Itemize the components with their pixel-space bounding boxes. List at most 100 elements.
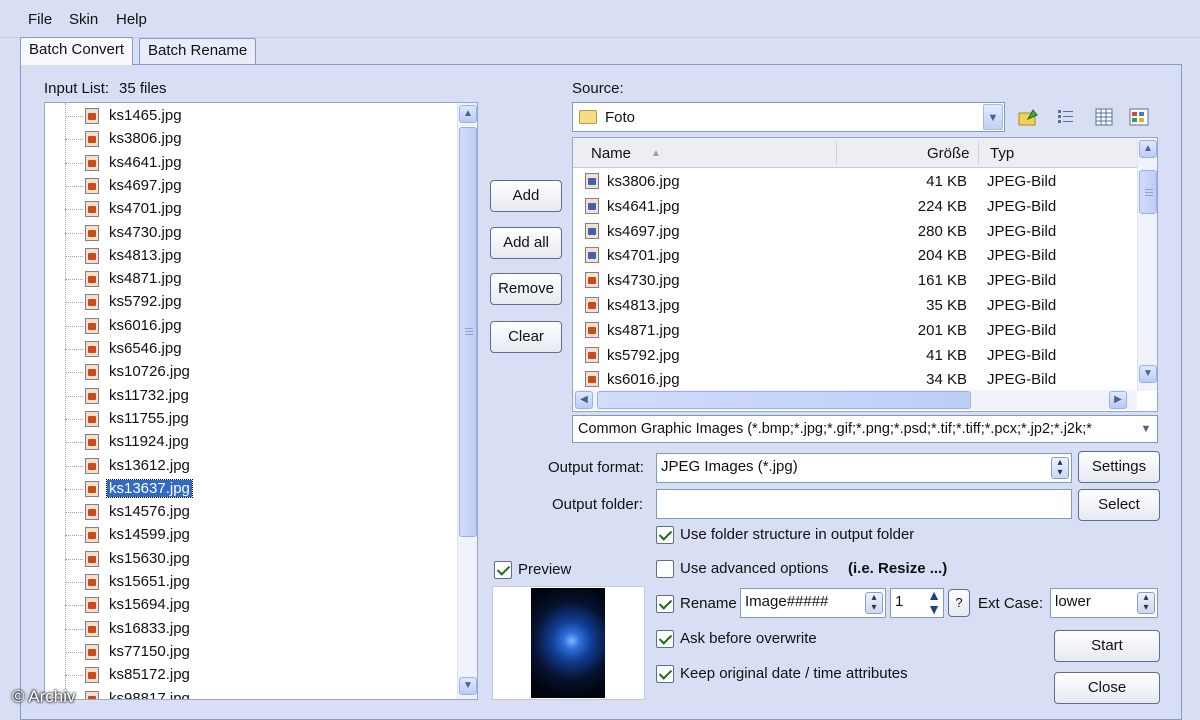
table-row[interactable]: ks3806.jpg 41 KB JPEG-Bild [573,169,1137,194]
chevron-down-icon[interactable]: ▼ [1136,417,1156,441]
list-item[interactable]: ks15694.jpg [65,594,455,617]
chevron-down-icon[interactable]: ▼ [983,104,1003,130]
menu-file[interactable]: File [28,11,52,28]
folder-up-icon[interactable] [1017,106,1039,128]
scroll-right-button[interactable]: ▶ [1109,391,1127,409]
output-format-value: JPEG Images (*.jpg) [661,458,798,475]
list-item[interactable]: ks14599.jpg [65,524,455,547]
list-item[interactable]: ks10726.jpg [65,361,455,384]
list-item[interactable]: ks4813.jpg [65,245,455,268]
list-item[interactable]: ks4730.jpg [65,222,455,245]
start-button[interactable]: Start [1054,630,1160,662]
source-file-table[interactable]: Name ▲ Größe Typ ks3806.jpg 41 KB JPEG-Bil… [572,137,1158,412]
folder-structure-checkbox[interactable] [656,526,674,544]
tree-connector [65,139,83,141]
list-item[interactable]: ks3806.jpg [65,128,455,151]
close-button[interactable]: Close [1054,672,1160,704]
table-row[interactable]: ks4701.jpg 204 KB JPEG-Bild [573,243,1137,268]
list-item[interactable]: ks13637.jpg [65,478,455,501]
scroll-up-button[interactable]: ▲ [459,105,477,123]
select-arrows-icon[interactable]: ▴ ▾ [865,592,883,614]
clear-button[interactable]: Clear [490,321,562,353]
rename-start-stepper[interactable]: ▲ ▼ [924,588,944,618]
ask-overwrite-checkbox[interactable] [656,630,674,648]
preview-checkbox[interactable] [494,561,512,579]
file-name: ks11732.jpg [109,386,189,404]
list-item[interactable]: ks11732.jpg [65,385,455,408]
file-type-cell: JPEG-Bild [987,222,1057,240]
table-row[interactable]: ks4871.jpg 201 KB JPEG-Bild [573,318,1137,343]
help-button[interactable]: ? [948,589,970,617]
table-row[interactable]: ks6016.jpg 34 KB JPEG-Bild [573,367,1137,392]
scroll-up-button[interactable]: ▲ [1139,140,1157,158]
file-type-cell: JPEG-Bild [987,371,1057,389]
add-all-button[interactable]: Add all [490,227,562,259]
file-table-hscrollbar[interactable]: ◀ ▶ [573,390,1137,410]
column-name[interactable]: Name [591,145,631,162]
rename-checkbox[interactable] [656,595,674,613]
source-folder-combo[interactable]: Foto ▼ [572,102,1005,132]
scroll-down-button[interactable]: ▼ [459,677,477,695]
menu-help[interactable]: Help [116,11,147,28]
scroll-thumb[interactable] [1139,170,1157,214]
list-item[interactable]: ks4697.jpg [65,175,455,198]
list-item[interactable]: ks85172.jpg [65,664,455,687]
menu-skin[interactable]: Skin [69,11,98,28]
file-name-cell: ks4871.jpg [607,321,680,339]
list-item[interactable]: ks15630.jpg [65,548,455,571]
keep-date-checkbox[interactable] [656,665,674,683]
table-row[interactable]: ks4697.jpg 280 KB JPEG-Bild [573,219,1137,244]
tab-batch-rename[interactable]: Batch Rename [139,38,257,64]
file-name: ks85172.jpg [109,666,190,684]
list-item[interactable]: ks77150.jpg [65,641,455,664]
file-name: ks15651.jpg [109,573,190,590]
list-item[interactable]: ks6016.jpg [65,315,455,338]
list-item[interactable]: ks16833.jpg [65,618,455,641]
select-arrows-icon[interactable]: ▴ ▾ [1137,592,1155,614]
list-item[interactable]: ks15651.jpg [65,571,455,594]
scroll-thumb[interactable] [459,127,477,537]
list-item[interactable]: ks6546.jpg [65,338,455,361]
output-folder-input[interactable] [656,489,1072,519]
file-table-vscrollbar[interactable]: ▲ ▼ [1137,138,1157,391]
file-size-cell: 224 KB [917,197,967,215]
list-item[interactable]: ks11924.jpg [65,431,455,454]
table-row[interactable]: ks5792.jpg 41 KB JPEG-Bild [573,343,1137,368]
tab-batch-convert[interactable]: Batch Convert [20,37,134,65]
table-row[interactable]: ks4641.jpg 224 KB JPEG-Bild [573,194,1137,219]
scroll-down-button[interactable]: ▼ [1139,365,1157,383]
input-list-scrollbar[interactable]: ▲ ▼ [457,103,477,699]
file-name: ks15694.jpg [109,596,190,614]
list-item[interactable]: ks5792.jpg [65,291,455,314]
list-item[interactable]: ks1465.jpg [65,105,455,128]
list-item[interactable]: ks14576.jpg [65,501,455,524]
file-filter-combo[interactable]: Common Graphic Images (*.bmp;*.jpg;*.gif… [572,415,1158,443]
select-arrows-icon[interactable]: ▴ ▾ [1051,457,1069,479]
tree-connector [65,116,83,117]
thumbnail-view-icon[interactable] [1128,106,1150,128]
scroll-left-button[interactable]: ◀ [575,391,593,409]
output-format-select[interactable]: JPEG Images (*.jpg) ▴ ▾ [656,453,1072,483]
image-file-icon [85,504,99,521]
list-item[interactable]: ks4701.jpg [65,198,455,221]
select-folder-button[interactable]: Select [1078,489,1160,521]
column-size[interactable]: Größe [927,145,970,162]
input-list[interactable]: ks1465.jpg ks3806.jpg ks4641.jpg ks4697.jpg… [44,102,478,700]
table-row[interactable]: ks4730.jpg 161 KB JPEG-Bild [573,268,1137,293]
column-type[interactable]: Typ [990,145,1014,162]
list-item[interactable]: ks13612.jpg [65,455,455,478]
advanced-options-checkbox[interactable] [656,560,674,578]
details-view-icon[interactable] [1093,106,1115,128]
list-view-icon[interactable] [1055,106,1077,128]
rename-pattern-select[interactable]: Image##### ▴ ▾ [740,588,886,618]
add-button[interactable]: Add [490,180,562,212]
ext-case-select[interactable]: lower ▴ ▾ [1050,588,1158,618]
table-row[interactable]: ks4813.jpg 35 KB JPEG-Bild [573,293,1137,318]
remove-button[interactable]: Remove [490,273,562,305]
list-item[interactable]: ks11755.jpg [65,408,455,431]
list-item[interactable]: ks4871.jpg [65,268,455,291]
list-item[interactable]: ks4641.jpg [65,152,455,175]
settings-button[interactable]: Settings [1078,451,1160,483]
list-item[interactable]: ks98817.jpg [65,688,455,699]
scroll-thumb[interactable] [597,391,971,409]
